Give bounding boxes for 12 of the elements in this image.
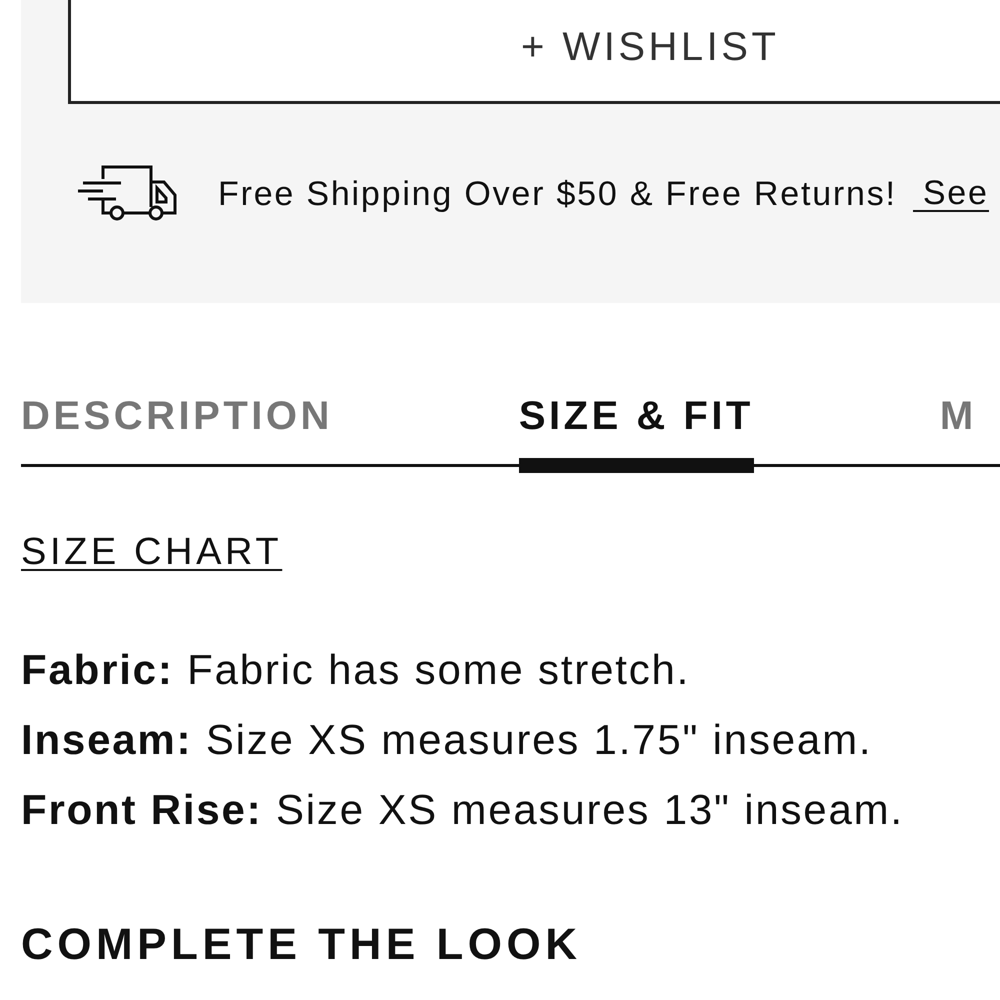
fit-detail-text: Inseam: Size XS measures 1.75" inseam. bbox=[21, 715, 874, 765]
section-tab[interactable]: SIZE & FIT bbox=[518, 396, 754, 473]
section-heading: COMPLETE THE LOOK bbox=[21, 923, 582, 967]
size-chart-link[interactable]: SIZE CHART bbox=[21, 533, 282, 571]
wishlist-button[interactable]: + WISHLIST bbox=[68, 0, 1000, 104]
fit-detail-text: Fabric: Fabric has some stretch. bbox=[21, 645, 692, 695]
delivery-truck-icon bbox=[78, 165, 178, 223]
section-tab[interactable]: DESCRIPTION bbox=[21, 396, 333, 473]
section-tab[interactable]: M bbox=[940, 396, 977, 473]
fit-detail-text: Front Rise: Size XS measures 13" inseam. bbox=[21, 785, 905, 835]
shipping-message: Free Shipping Over $50 & Free Returns! bbox=[218, 177, 897, 211]
see-details-link[interactable]: See bbox=[912, 176, 989, 212]
